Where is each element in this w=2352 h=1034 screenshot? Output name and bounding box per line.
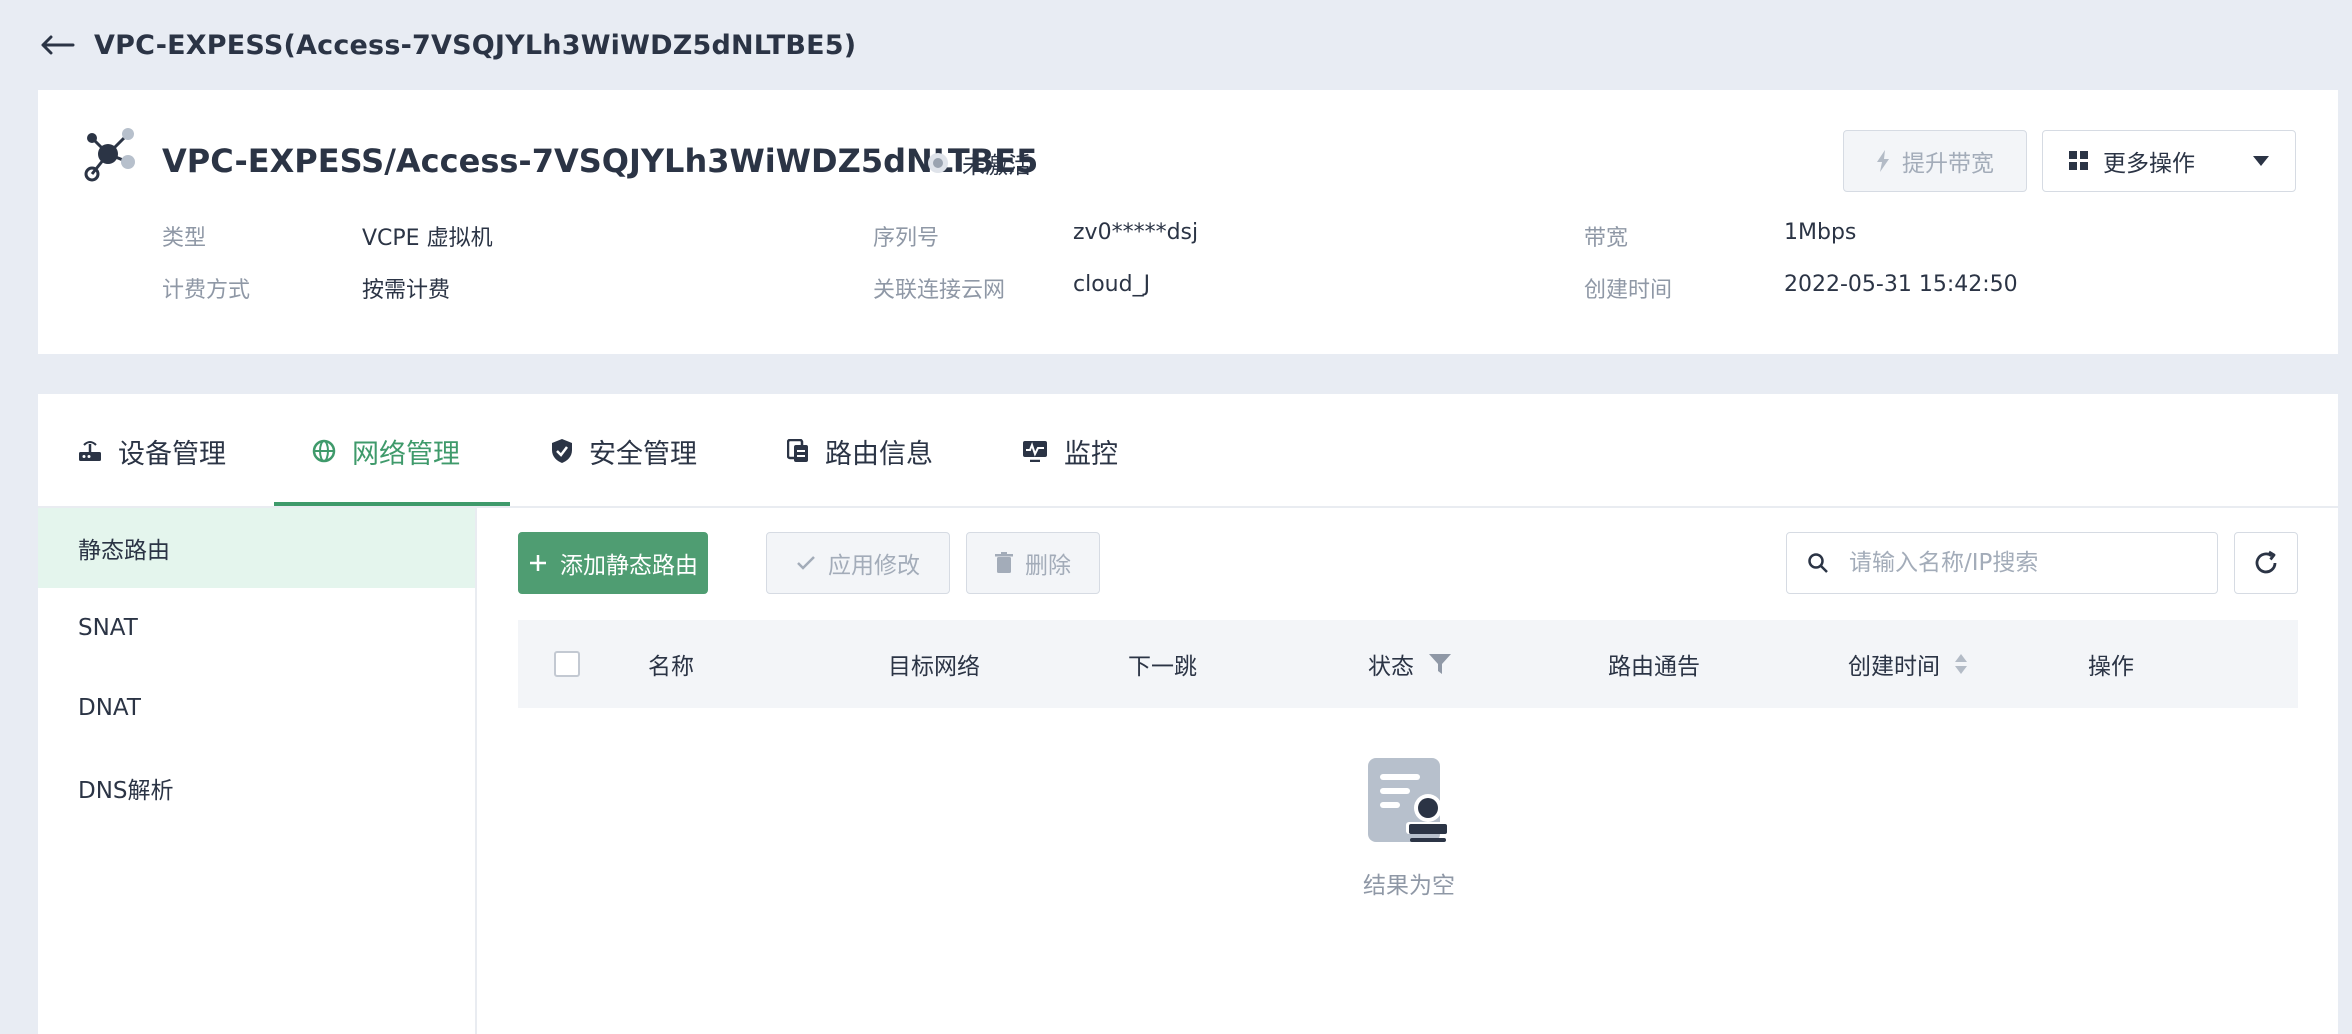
filter-icon[interactable]	[1428, 652, 1452, 676]
plus-icon	[530, 555, 546, 571]
add-static-route-button[interactable]: 添加静态路由	[518, 532, 708, 594]
sidenav-item-dnat[interactable]: DNAT	[38, 668, 475, 748]
search-icon	[1805, 550, 1831, 576]
meta-label-type: 类型	[162, 226, 207, 251]
tab-bar: 设备管理 网络管理 安全管理 路由信息 监控	[38, 394, 2338, 508]
more-actions-label: 更多操作	[2103, 151, 2195, 177]
column-next-hop: 下一跳	[1128, 654, 1197, 680]
refresh-button[interactable]	[2234, 532, 2298, 594]
sub-navigation: 静态路由 SNAT DNAT DNS解析	[38, 508, 477, 1034]
tab-label: 路由信息	[825, 438, 933, 470]
status-badge: 未激活	[928, 146, 1031, 180]
sidenav-item-snat[interactable]: SNAT	[38, 588, 475, 668]
grid-icon	[2069, 151, 2088, 170]
upgrade-bandwidth-label: 提升带宽	[1902, 151, 1994, 177]
sidenav-item-static-route[interactable]: 静态路由	[38, 508, 475, 588]
search-input[interactable]	[1849, 550, 2189, 576]
network-node-icon	[80, 124, 140, 184]
upgrade-bandwidth-button[interactable]: 提升带宽	[1843, 130, 2027, 192]
meta-value-type: VCPE 虚拟机	[362, 226, 493, 251]
sort-icon[interactable]	[1954, 653, 1968, 675]
status-dot-icon	[928, 153, 948, 173]
empty-result-icon	[1366, 756, 1452, 846]
meta-label-serial: 序列号	[873, 226, 940, 251]
add-static-route-label: 添加静态路由	[560, 553, 698, 579]
active-tab-indicator	[274, 502, 510, 506]
search-field	[1786, 532, 2218, 594]
column-status: 状态	[1368, 620, 1452, 708]
device-name: VPC-EXPESS/Access-7VSQJYLh3WiWDZ5dNLTBE5	[162, 142, 1039, 180]
meta-label-cloud-network: 关联连接云网	[873, 278, 1006, 303]
more-actions-dropdown[interactable]: 更多操作	[2042, 130, 2296, 192]
meta-label-bandwidth: 带宽	[1584, 226, 1629, 251]
table-header: 名称 目标网络 下一跳 状态 路由通告 创建时间 操作	[518, 620, 2298, 708]
tab-monitoring[interactable]: 监控	[1022, 394, 1118, 508]
meta-label-billing: 计费方式	[162, 278, 251, 303]
caret-down-icon	[2253, 156, 2269, 166]
apply-changes-label: 应用修改	[828, 553, 920, 579]
delete-button[interactable]: 删除	[966, 532, 1100, 594]
empty-result-text: 结果为空	[1363, 873, 1455, 899]
network-management-panel: 设备管理 网络管理 安全管理 路由信息 监控 静态路由 SNAT DNAT DN…	[38, 394, 2338, 1034]
empty-state: 结果为空	[1326, 756, 1492, 900]
device-info-card: VPC-EXPESS/Access-7VSQJYLh3WiWDZ5dNLTBE5…	[38, 90, 2338, 354]
meta-value-billing: 按需计费	[362, 278, 451, 303]
column-name: 名称	[648, 654, 694, 680]
select-all-checkbox[interactable]	[554, 651, 580, 677]
meta-label-created: 创建时间	[1584, 278, 1673, 303]
tab-label: 网络管理	[352, 438, 460, 470]
page-title: VPC-EXPESS(Access-7VSQJYLh3WiWDZ5dNLTBE5…	[94, 29, 857, 61]
top-bar: VPC-EXPESS(Access-7VSQJYLh3WiWDZ5dNLTBE5…	[0, 0, 2352, 90]
meta-value-cloud-network: cloud_J	[1073, 272, 1151, 297]
globe-icon	[312, 439, 336, 463]
apply-changes-button[interactable]: 应用修改	[766, 532, 950, 594]
route-info-icon	[787, 439, 808, 462]
tab-device-management[interactable]: 设备管理	[78, 394, 226, 508]
router-icon	[79, 441, 101, 461]
meta-value-created: 2022-05-31 15:42:50	[1784, 272, 2018, 297]
column-target-network: 目标网络	[888, 654, 980, 680]
lightning-icon	[1877, 150, 1889, 172]
back-arrow-icon[interactable]	[38, 30, 78, 60]
meta-value-serial: zv0*****dsj	[1073, 220, 1199, 245]
column-actions: 操作	[2088, 654, 2134, 680]
tab-network-management[interactable]: 网络管理	[312, 394, 460, 508]
column-created-time: 创建时间	[1848, 620, 1968, 708]
shield-icon	[552, 439, 572, 463]
check-icon	[797, 556, 815, 570]
monitor-icon	[1023, 441, 1047, 462]
delete-label: 删除	[1025, 553, 1071, 579]
tab-security-management[interactable]: 安全管理	[551, 394, 697, 508]
trash-icon	[995, 552, 1013, 573]
meta-value-bandwidth: 1Mbps	[1784, 220, 1857, 245]
tab-label: 监控	[1064, 438, 1118, 470]
status-text: 未激活	[962, 153, 1031, 179]
tab-route-info[interactable]: 路由信息	[787, 394, 933, 508]
tab-label: 安全管理	[589, 438, 697, 470]
refresh-icon	[2255, 550, 2277, 574]
tab-label: 设备管理	[118, 438, 226, 470]
sidenav-item-dns[interactable]: DNS解析	[38, 748, 475, 828]
column-route-advertisement: 路由通告	[1608, 654, 1700, 680]
